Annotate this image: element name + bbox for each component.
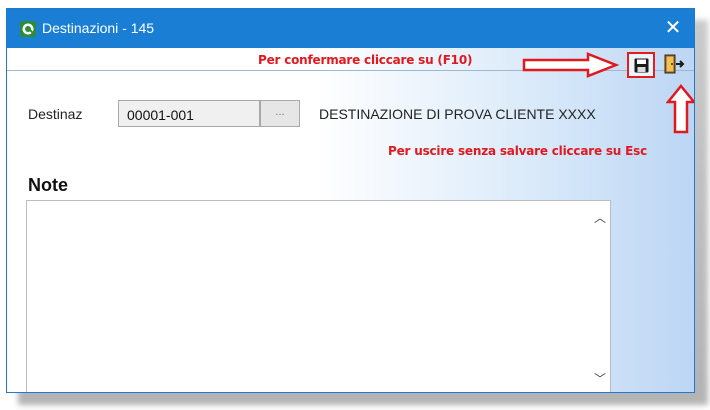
- scroll-up-icon[interactable]: ︿: [594, 209, 606, 226]
- exit-hint: Per uscire senza salvare cliccare su Esc: [388, 144, 647, 158]
- app-icon: [20, 21, 36, 37]
- close-button[interactable]: ✕: [652, 9, 694, 48]
- dialog-window: Destinazioni - 145 ✕ Per confermare clic…: [6, 8, 695, 393]
- floppy-disk-save-icon: [634, 58, 649, 73]
- confirm-hint: Per confermare cliccare su (F10): [258, 53, 473, 67]
- arrow-up-icon: [666, 84, 694, 134]
- notes-textarea[interactable]: ︿ ﹀: [26, 200, 611, 392]
- scroll-down-icon[interactable]: ﹀: [594, 370, 606, 387]
- door-exit-icon[interactable]: [662, 53, 686, 75]
- window-title: Destinazioni - 145: [42, 20, 155, 36]
- destination-description: DESTINAZIONE DI PROVA CLIENTE XXXX: [319, 106, 596, 122]
- destination-label: Destinaz: [28, 106, 83, 122]
- arrow-right-icon: [522, 52, 620, 78]
- save-button[interactable]: [627, 52, 655, 78]
- destination-code-field[interactable]: 00001-001: [118, 100, 260, 127]
- title-bar[interactable]: Destinazioni - 145 ✕: [7, 9, 694, 48]
- dialog-body: Per confermare cliccare su (F10) Destina…: [7, 48, 694, 392]
- notes-label: Note: [28, 175, 68, 195]
- destination-lookup-button[interactable]: ...: [260, 100, 300, 127]
